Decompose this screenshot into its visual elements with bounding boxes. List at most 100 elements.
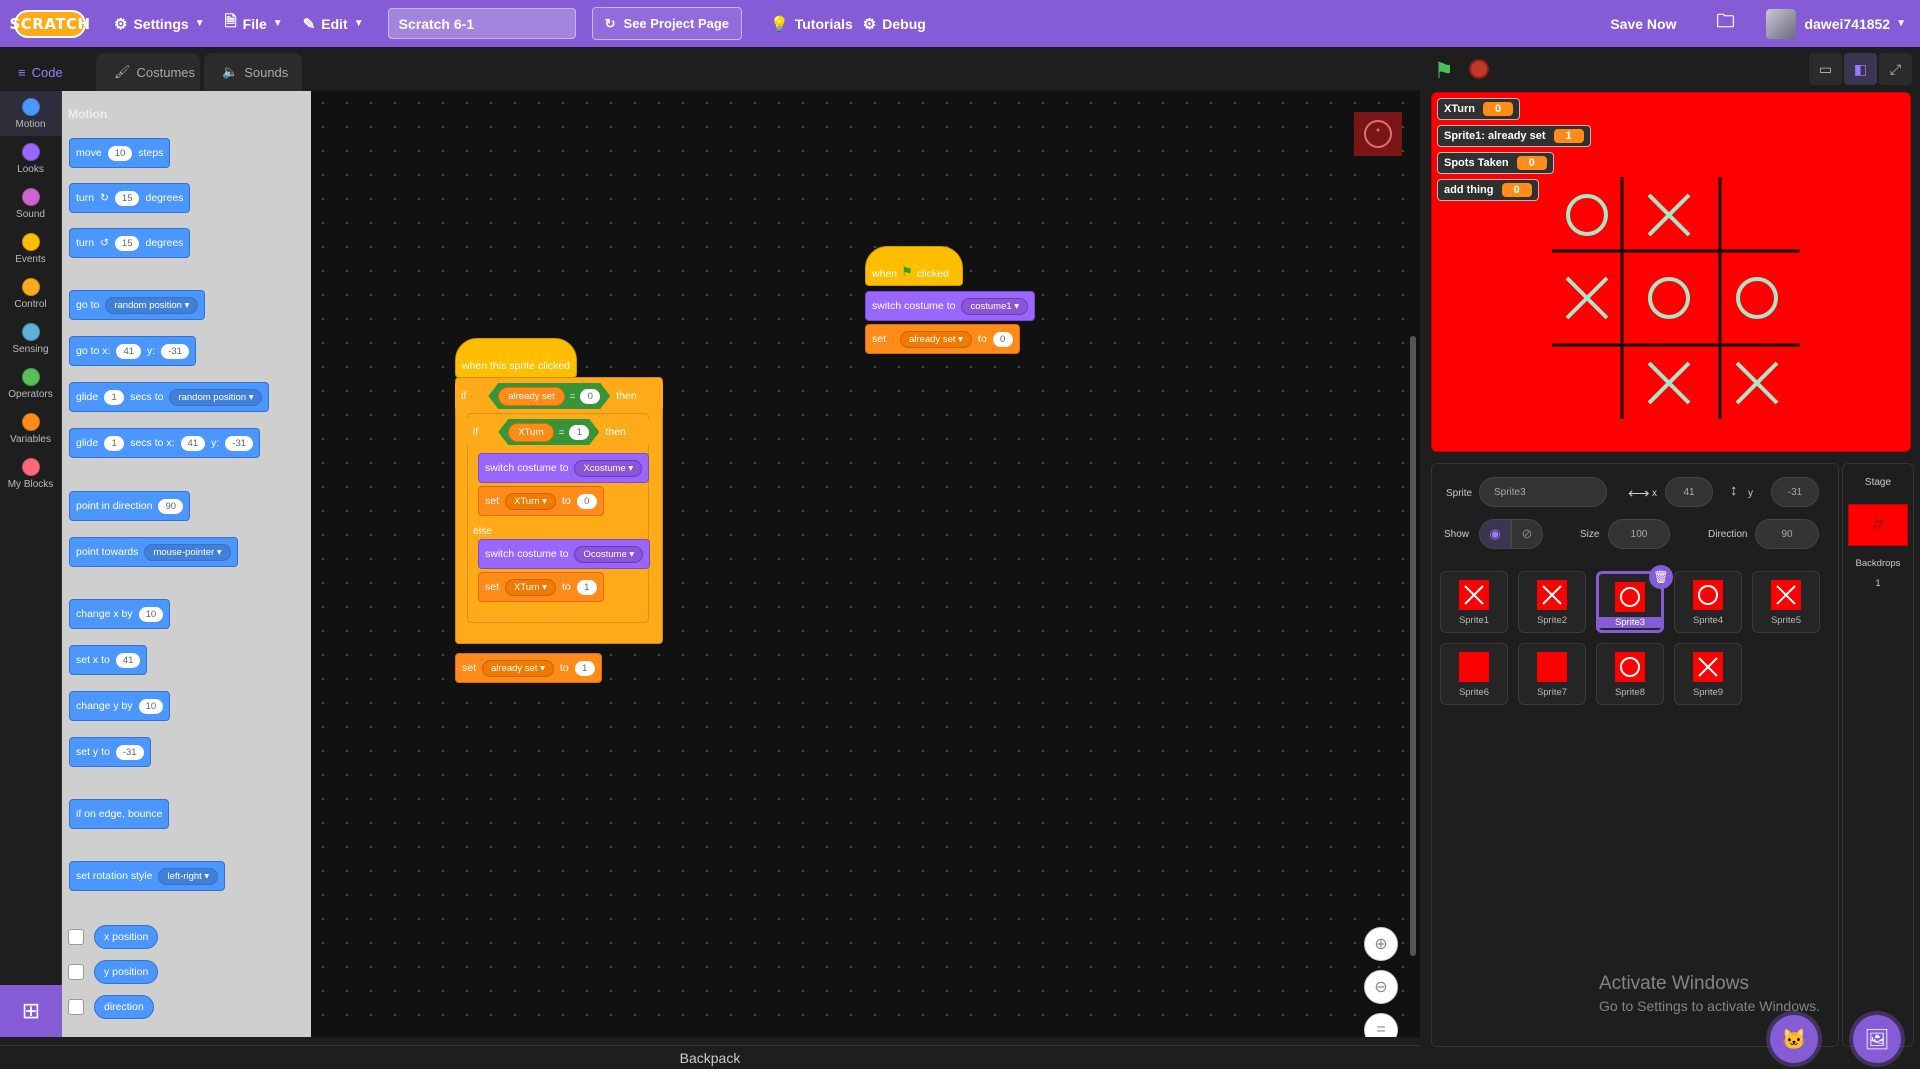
green-flag-button[interactable]: ⚑ xyxy=(1434,58,1454,84)
file-menu[interactable]: 🗎 File ▼ xyxy=(215,0,293,47)
tab-code[interactable]: ≡ Code xyxy=(0,53,92,91)
normal-stage-button[interactable]: ◧ xyxy=(1844,53,1877,85)
block-change-y[interactable]: change y by 10 xyxy=(69,691,171,721)
backpack[interactable]: Backpack xyxy=(0,1045,1420,1069)
block-set-variable[interactable]: set XTurn ▾ to 0 xyxy=(478,486,604,516)
scratch-logo[interactable]: SCRATCH xyxy=(9,9,90,38)
zoom-reset-button[interactable]: = xyxy=(1364,1013,1398,1037)
variable-reporter[interactable]: already set xyxy=(498,387,564,406)
block-input[interactable]: 41 xyxy=(116,343,142,359)
block-input[interactable]: 41 xyxy=(115,652,141,668)
block-dropdown[interactable]: already set ▾ xyxy=(482,659,554,677)
block-switch-costume[interactable]: switch costume to costume1 ▾ xyxy=(865,291,1036,321)
block-input[interactable]: 0 xyxy=(580,389,600,404)
block-input[interactable]: 1 xyxy=(569,425,589,440)
direction-input[interactable]: 90 xyxy=(1755,519,1819,549)
block-set-rotation-style[interactable]: set rotation style left-right ▾ xyxy=(69,861,226,891)
block-input[interactable]: 15 xyxy=(114,190,140,206)
small-stage-button[interactable]: ▭ xyxy=(1809,53,1842,85)
block-turn-left[interactable]: turn ↺ 15 degrees xyxy=(69,228,191,258)
account-menu[interactable]: dawei741852 ▼ xyxy=(1804,0,1920,47)
block-dropdown[interactable]: XTurn ▾ xyxy=(505,492,556,510)
block-input[interactable]: 1 xyxy=(104,389,125,405)
x-input[interactable]: 41 xyxy=(1665,477,1713,507)
avatar[interactable] xyxy=(1766,8,1797,39)
block-glide-xy[interactable]: glide 1 secs to x: 41 y: -31 xyxy=(69,428,261,458)
block-turn-right[interactable]: turn ↻ 15 degrees xyxy=(69,183,191,213)
reporter-direction[interactable]: direction xyxy=(94,995,154,1019)
y-position-checkbox[interactable] xyxy=(68,964,84,980)
stage-selector[interactable]: Stage # Backdrops 1 xyxy=(1842,463,1914,1047)
sprite-tile-sprite2[interactable]: Sprite2 xyxy=(1518,571,1586,633)
sprite-tile-sprite9[interactable]: Sprite9 xyxy=(1674,643,1742,705)
equals-operator[interactable]: XTurn = 1 xyxy=(498,419,599,445)
block-dropdown[interactable]: mouse-pointer ▾ xyxy=(144,543,231,561)
workspace-scrollbar[interactable] xyxy=(1410,336,1416,956)
zoom-in-button[interactable]: ⊕ xyxy=(1364,927,1398,961)
my-stuff-button[interactable]: 🗀 xyxy=(1706,0,1744,47)
block-go-to[interactable]: go to random position ▾ xyxy=(69,290,206,320)
sprite-name-input[interactable]: Sprite3 xyxy=(1479,477,1607,507)
category-events[interactable]: Events xyxy=(0,226,61,271)
category-sound[interactable]: Sound xyxy=(0,181,61,226)
block-input[interactable]: 1 xyxy=(104,435,125,451)
block-set-x[interactable]: set x to 41 xyxy=(69,645,148,675)
block-input[interactable]: -31 xyxy=(161,343,189,359)
add-extension-button[interactable]: ⊞ xyxy=(0,985,62,1037)
block-input[interactable]: 10 xyxy=(138,698,164,714)
debug-button[interactable]: ⚙ Debug xyxy=(863,0,936,47)
stop-button[interactable] xyxy=(1469,59,1489,79)
block-dropdown[interactable]: Xcostume ▾ xyxy=(574,459,643,477)
sprite-tile-sprite6[interactable]: Sprite6 xyxy=(1440,643,1508,705)
show-visible-button[interactable]: ◉ xyxy=(1479,519,1511,549)
block-set-variable[interactable]: set XTurn ▾ to 1 xyxy=(478,572,604,602)
block-input[interactable]: 10 xyxy=(138,606,164,622)
block-set-variable[interactable]: set already set ▾ to 0 xyxy=(865,324,1020,354)
block-point-towards[interactable]: point towards mouse-pointer ▾ xyxy=(69,537,238,567)
block-input[interactable]: -31 xyxy=(115,744,144,760)
x-position-checkbox[interactable] xyxy=(68,929,84,945)
settings-menu[interactable]: ⚙ Settings ▼ xyxy=(104,0,215,47)
tab-sounds[interactable]: 🔈 Sounds xyxy=(204,53,302,91)
tab-costumes[interactable]: 🖌 Costumes xyxy=(96,53,200,91)
stage-canvas[interactable]: XTurn 0 Sprite1: already set 1 Spots Tak… xyxy=(1431,92,1911,452)
category-motion[interactable]: Motion xyxy=(0,91,61,136)
delete-sprite-button[interactable]: 🗑 xyxy=(1649,565,1673,589)
block-dropdown[interactable]: left-right ▾ xyxy=(158,867,219,885)
sprite-tile-sprite4[interactable]: Sprite4 xyxy=(1674,571,1742,633)
direction-checkbox[interactable] xyxy=(68,999,84,1015)
block-dropdown[interactable]: random position ▾ xyxy=(169,388,263,406)
zoom-out-button[interactable]: ⊖ xyxy=(1364,970,1398,1004)
block-input[interactable]: 41 xyxy=(180,435,206,451)
block-bounce[interactable]: if on edge, bounce xyxy=(69,799,170,829)
category-looks[interactable]: Looks xyxy=(0,136,61,181)
script-area[interactable]: when this sprite clicked if already set … xyxy=(311,91,1420,1037)
block-input[interactable]: 10 xyxy=(107,145,133,161)
if-block-header[interactable]: if already set = 0 then xyxy=(455,381,663,411)
add-backdrop-button[interactable]: 🖼 xyxy=(1853,1015,1901,1063)
if-else-block-header[interactable]: if XTurn = 1 then xyxy=(467,417,649,447)
add-sprite-button[interactable]: 🐱 xyxy=(1770,1015,1818,1063)
block-input[interactable]: 0 xyxy=(576,493,597,509)
save-now-button[interactable]: Save Now xyxy=(1600,0,1686,47)
project-title-input[interactable] xyxy=(387,8,576,39)
hat-when-flag-clicked[interactable]: when ⚑ clicked xyxy=(865,246,963,286)
see-project-button[interactable]: ↻ See Project Page xyxy=(591,7,743,40)
block-go-to-xy[interactable]: go to x: 41 y: -31 xyxy=(69,336,196,366)
sprite-tile-sprite8[interactable]: Sprite8 xyxy=(1596,643,1664,705)
block-input[interactable]: 90 xyxy=(158,498,184,514)
reporter-y-position[interactable]: y position xyxy=(94,960,159,984)
block-input[interactable]: 1 xyxy=(576,579,597,595)
size-input[interactable]: 100 xyxy=(1608,519,1670,549)
category-sensing[interactable]: Sensing xyxy=(0,316,61,361)
block-input[interactable]: 1 xyxy=(574,660,595,676)
block-dropdown[interactable]: XTurn ▾ xyxy=(505,578,556,596)
sprite-tile-sprite1[interactable]: Sprite1 xyxy=(1440,571,1508,633)
block-dropdown[interactable]: already set ▾ xyxy=(900,330,972,348)
sprite-tile-sprite5[interactable]: Sprite5 xyxy=(1752,571,1820,633)
block-set-variable[interactable]: set already set ▾ to 1 xyxy=(455,653,602,683)
edit-menu[interactable]: ✎ Edit ▼ xyxy=(293,0,374,47)
block-change-x[interactable]: change x by 10 xyxy=(69,599,171,629)
hat-when-sprite-clicked[interactable]: when this sprite clicked xyxy=(455,338,577,378)
show-hidden-button[interactable]: ⊘ xyxy=(1511,519,1543,549)
